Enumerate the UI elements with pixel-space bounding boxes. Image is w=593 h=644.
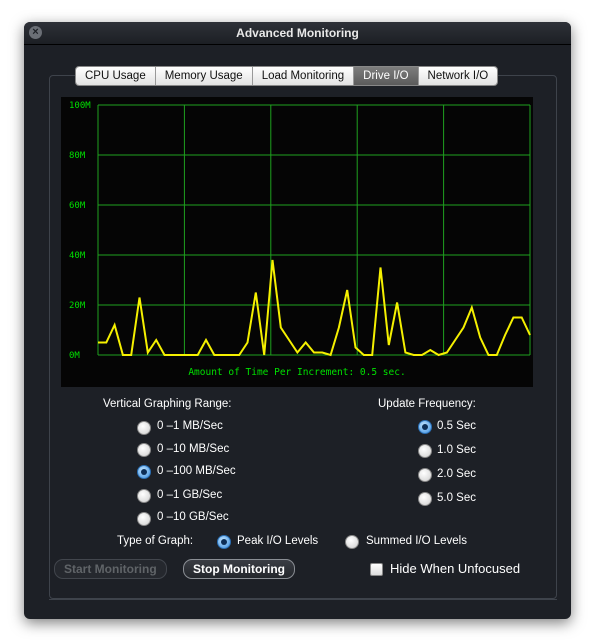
advanced-monitoring-window: × Advanced Monitoring CPU Usage Memory U… <box>24 22 571 619</box>
tab-drive-io[interactable]: Drive I/O <box>354 67 419 85</box>
frequency-radio-2-0[interactable] <box>418 468 432 482</box>
range-heading: Vertical Graphing Range: <box>103 398 232 410</box>
y-tick-label: 100M <box>69 101 91 111</box>
range-label-1gb: 0 –1 GB/Sec <box>157 489 223 501</box>
y-tick-label: 80M <box>69 151 86 161</box>
graph-grid <box>97 104 531 356</box>
y-tick-label: 0M <box>69 351 80 361</box>
tab-bar: CPU Usage Memory Usage Load Monitoring D… <box>75 66 499 86</box>
y-tick-label: 60M <box>69 201 86 211</box>
graph-caption: Amount of Time Per Increment: 0.5 sec. <box>188 367 405 378</box>
drive-io-graph: 100M 80M 60M 40M 20M 0M Amount of Time Per In… <box>61 97 533 387</box>
stop-monitoring-button[interactable]: Stop Monitoring <box>183 559 295 579</box>
frequency-label-0-5: 0.5 Sec <box>437 420 476 432</box>
graph-type-label: Type of Graph: <box>117 535 194 547</box>
range-label-100mb: 0 –100 MB/Sec <box>157 465 236 477</box>
frequency-radio-5-0[interactable] <box>418 492 432 506</box>
tab-memory-usage[interactable]: Memory Usage <box>155 67 253 85</box>
y-tick-label: 40M <box>69 251 86 261</box>
window-title: Advanced Monitoring <box>236 26 359 40</box>
bottom-divider <box>49 599 557 600</box>
frequency-radio-0-5[interactable] <box>418 420 432 434</box>
y-axis-ticks: 100M 80M 60M 40M 20M 0M <box>69 101 91 361</box>
range-label-1mb: 0 –1 MB/Sec <box>157 420 223 432</box>
frequency-label-2-0: 2.0 Sec <box>437 468 476 480</box>
frequency-heading: Update Frequency: <box>378 398 476 410</box>
range-radio-100mb[interactable] <box>137 465 151 479</box>
range-radio-1gb[interactable] <box>137 489 151 503</box>
frequency-radio-1-0[interactable] <box>418 444 432 458</box>
y-tick-label: 20M <box>69 301 86 311</box>
frequency-label-5-0: 5.0 Sec <box>437 492 476 504</box>
range-radio-10gb[interactable] <box>137 512 151 526</box>
graph-type-label-summed: Summed I/O Levels <box>366 535 467 547</box>
tab-cpu-usage[interactable]: CPU Usage <box>76 67 156 85</box>
hide-when-unfocused-checkbox[interactable] <box>370 563 383 576</box>
graph-canvas: 100M 80M 60M 40M 20M 0M Amount of Time Per In… <box>69 101 531 378</box>
hide-when-unfocused-label: Hide When Unfocused <box>390 561 521 576</box>
start-monitoring-button[interactable]: Start Monitoring <box>54 559 167 579</box>
graph-type-label-peak: Peak I/O Levels <box>237 535 319 547</box>
frequency-label-1-0: 1.0 Sec <box>437 444 476 456</box>
tab-network-io[interactable]: Network I/O <box>418 67 498 85</box>
range-radio-1mb[interactable] <box>137 421 151 435</box>
range-label-10mb: 0 –10 MB/Sec <box>157 443 230 455</box>
range-radio-10mb[interactable] <box>137 443 151 457</box>
graph-type-radio-summed[interactable] <box>345 535 359 549</box>
tab-load-monitoring[interactable]: Load Monitoring <box>252 67 355 85</box>
title-bar[interactable]: × Advanced Monitoring <box>24 22 571 45</box>
drive-io-line <box>98 259 531 357</box>
range-label-10gb: 0 –10 GB/Sec <box>157 511 229 523</box>
graph-type-radio-peak[interactable] <box>217 535 231 549</box>
